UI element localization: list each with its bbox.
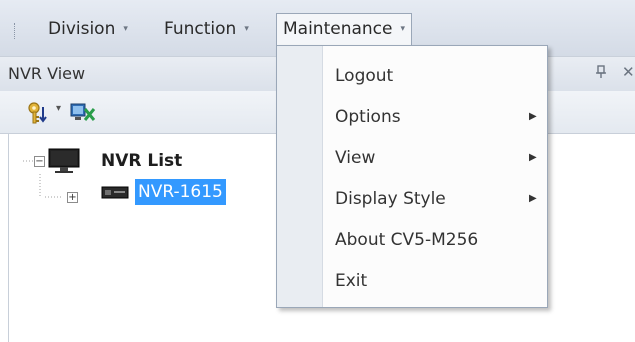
monitor-disconnect-icon[interactable] [70, 101, 96, 129]
chevron-down-icon: ▾ [244, 24, 249, 34]
menu-item-exit[interactable]: Exit [323, 261, 547, 301]
maintenance-dropdown: Logout Options ▶ View ▶ Display Style ▶ … [276, 45, 548, 308]
submenu-arrow-icon: ▶ [529, 111, 537, 122]
close-icon[interactable]: ✕ [622, 63, 635, 81]
menu-function-label: Function [164, 19, 237, 39]
menu-item-label: Exit [335, 271, 368, 291]
pin-icon[interactable] [595, 65, 607, 83]
key-sort-icon[interactable] [26, 101, 50, 129]
chevron-down-icon: ▾ [400, 24, 406, 34]
menu-item-label: Options [335, 107, 401, 127]
menu-item-about[interactable]: About CV5-M256 [323, 220, 547, 260]
menu-item-label: View [335, 148, 376, 168]
menu-item-options[interactable]: Options ▶ [323, 97, 547, 137]
toolbar-grip[interactable] [14, 23, 18, 39]
submenu-arrow-icon: ▶ [529, 152, 537, 163]
menu-item-label: Logout [335, 66, 394, 86]
menu-function[interactable]: Function ▾ [158, 14, 255, 44]
tree-root-label: NVR List [101, 151, 183, 171]
tree-row-nvr[interactable]: + NVR-1615 [9, 179, 309, 205]
monitor-icon [47, 148, 81, 182]
menu-division-label: Division [48, 19, 116, 39]
tree-row-root[interactable]: − NVR List [9, 148, 309, 174]
menu-icon-gutter [277, 46, 323, 307]
chevron-down-icon[interactable]: ▾ [56, 103, 61, 114]
submenu-arrow-icon: ▶ [529, 193, 537, 204]
menu-item-label: About CV5-M256 [335, 230, 479, 250]
menu-division[interactable]: Division ▾ [42, 14, 134, 44]
tree-nvr-label[interactable]: NVR-1615 [135, 179, 226, 205]
panel-title: NVR View [8, 64, 86, 83]
menu-item-display-style[interactable]: Display Style ▶ [323, 179, 547, 219]
expand-icon[interactable]: + [67, 192, 78, 203]
menu-maintenance[interactable]: Maintenance ▾ [276, 13, 413, 46]
chevron-down-icon: ▾ [123, 24, 128, 34]
menu-maintenance-label: Maintenance [283, 19, 393, 39]
menu-item-logout[interactable]: Logout [323, 56, 547, 96]
menu-item-view[interactable]: View ▶ [323, 138, 547, 178]
nvr-device-icon [101, 184, 131, 210]
menu-item-label: Display Style [335, 189, 446, 209]
collapse-icon[interactable]: − [34, 156, 45, 167]
